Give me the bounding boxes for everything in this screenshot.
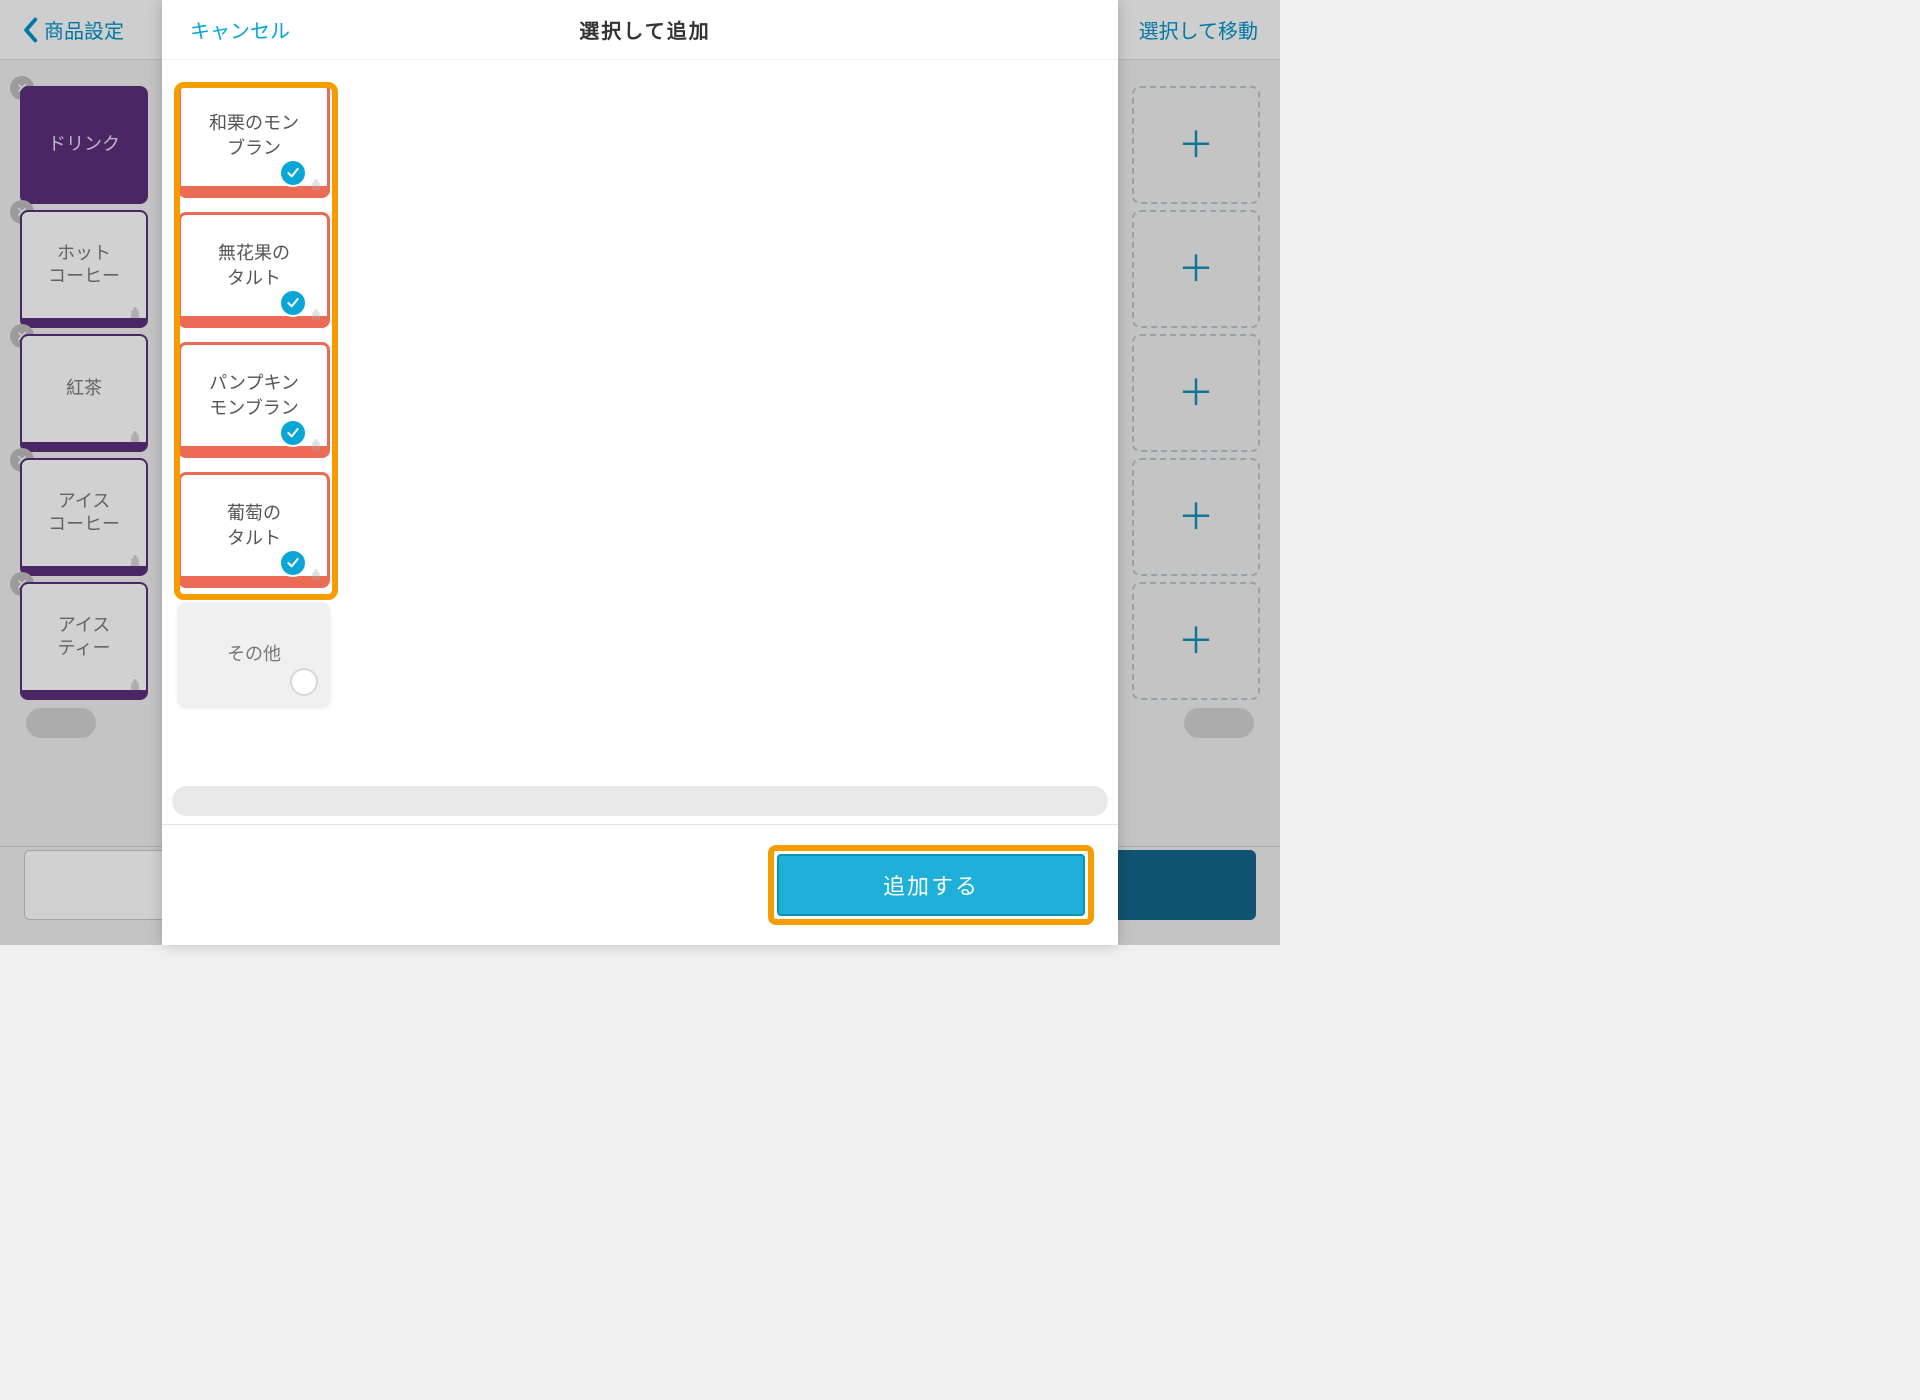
selectable-items: 和栗のモン ブラン 無花果の タルト パンプキン モンブラン 葡萄の タルト そ [178,82,330,706]
item-tile-fig-tart[interactable]: 無花果の タルト [178,212,330,328]
tutorial-highlight: 追加する [768,845,1094,925]
modal-body: 和栗のモン ブラン 無花果の タルト パンプキン モンブラン 葡萄の タルト そ [162,60,1118,774]
item-tile-other[interactable]: その他 [178,602,330,706]
unchecked-icon [290,668,318,696]
modal-header: キャンセル 選択して追加 [162,0,1118,60]
check-icon [279,289,307,317]
bag-icon [309,304,323,318]
check-icon [279,549,307,577]
item-tile-grape-tart[interactable]: 葡萄の タルト [178,472,330,588]
check-icon [279,159,307,187]
item-tile-pumpkin-montblanc[interactable]: パンプキン モンブラン [178,342,330,458]
bag-icon [309,564,323,578]
add-button[interactable]: 追加する [777,854,1085,916]
cancel-button[interactable]: キャンセル [190,15,290,44]
bag-icon [309,174,323,188]
item-tile-waguri-montblanc[interactable]: 和栗のモン ブラン [178,82,330,198]
bag-icon [309,434,323,448]
modal-footer: 追加する [162,824,1118,945]
modal-title: 選択して追加 [579,15,710,44]
scrollbar[interactable] [172,786,1108,816]
select-add-modal: キャンセル 選択して追加 和栗のモン ブラン 無花果の タルト パンプキン モン… [162,0,1118,945]
check-icon [279,419,307,447]
